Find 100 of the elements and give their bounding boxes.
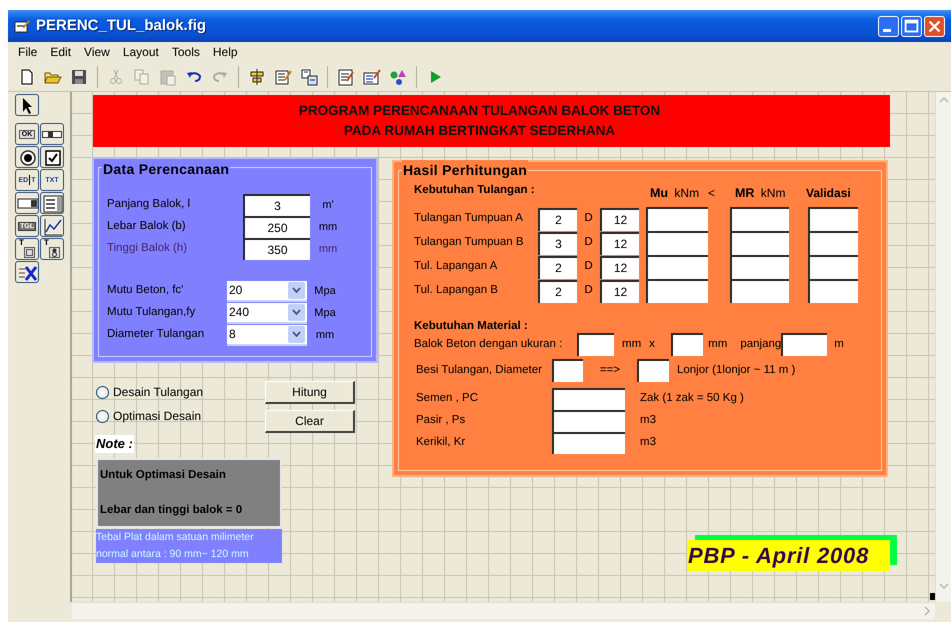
menu-item[interactable]: Tools	[172, 43, 200, 61]
listbox-tool[interactable]	[40, 192, 64, 214]
menu-item[interactable]: Help	[212, 43, 238, 61]
field-label: Balok Beton dengan ukuran :	[414, 336, 564, 352]
field-label: Diameter Tulangan	[107, 327, 206, 342]
menu-item[interactable]: File	[18, 43, 38, 61]
result-field[interactable]	[808, 207, 858, 231]
action-button[interactable]: Clear	[265, 410, 355, 433]
unit-label: x	[649, 336, 656, 352]
count-field[interactable]: 2	[538, 256, 577, 278]
field-label: panjang	[740, 336, 782, 352]
menu-item[interactable]: View	[84, 43, 110, 61]
count-field[interactable]: 2	[538, 208, 577, 230]
copy-icon	[133, 68, 151, 86]
result-field[interactable]	[808, 255, 858, 279]
maximize-button[interactable]	[901, 16, 922, 36]
axes-tool[interactable]	[40, 215, 64, 237]
banner-text: PROGRAM PERENCANAAN TULANGAN BALOK BETON	[298, 102, 660, 120]
count-field[interactable]: 2	[538, 280, 577, 302]
result-field[interactable]	[730, 279, 789, 303]
input-field[interactable]	[781, 333, 828, 356]
resize-handle[interactable]	[930, 593, 935, 600]
field-label: Mutu Beton, fc'	[107, 283, 184, 298]
activex-tool[interactable]	[15, 261, 39, 283]
diameter-field[interactable]: 12	[600, 280, 639, 302]
action-button[interactable]: Hitung	[265, 381, 355, 404]
input-field[interactable]	[637, 359, 669, 382]
result-field[interactable]	[646, 207, 708, 231]
section-heading: Kebutuhan Material :	[414, 319, 528, 334]
unit-label: D	[583, 259, 594, 274]
panel-title: Hasil Perhitungan	[402, 160, 528, 181]
unit-label: mm	[318, 242, 338, 257]
input-field[interactable]	[577, 333, 614, 356]
input-field[interactable]	[552, 432, 625, 454]
input-field[interactable]	[552, 410, 625, 432]
result-field[interactable]	[730, 231, 789, 255]
panel-tool[interactable]: T	[15, 238, 39, 260]
number-field[interactable]: 350	[243, 238, 310, 260]
button-group-icon	[48, 246, 60, 258]
info-text: Tebal Plat dalam satuan milimeter	[96, 530, 255, 545]
unit-label: Zak (1 zak = 50 Kg )	[640, 391, 744, 406]
dropdown[interactable]: 240	[227, 302, 307, 324]
window-title: PERENC_TUL_balok.fig	[36, 16, 208, 36]
unit-label: m3	[640, 413, 656, 428]
diameter-field[interactable]: 12	[600, 208, 639, 230]
vertical-scrollbar[interactable]	[935, 92, 951, 602]
input-field[interactable]	[671, 333, 704, 356]
number-field[interactable]: 250	[243, 216, 310, 238]
editor-icon	[337, 68, 355, 86]
field-label: Lebar Balok (b)	[107, 219, 187, 234]
note-label: Note :	[95, 435, 134, 453]
inspector-icon	[363, 68, 381, 86]
unit-label: D	[583, 211, 594, 226]
minimize-button[interactable]	[878, 16, 899, 36]
unit-label: mm	[316, 328, 334, 343]
diameter-field[interactable]: 12	[600, 256, 639, 278]
radio-button[interactable]	[96, 386, 109, 398]
banner-text: PADA RUMAH BERTINGKAT SEDERHANA	[344, 122, 616, 140]
button-group-tool[interactable]: T	[40, 238, 64, 260]
radio-tool[interactable]	[15, 146, 39, 168]
field-label: Kerikil, Kr	[416, 435, 466, 450]
dropdown[interactable]: 20	[227, 280, 307, 302]
close-button[interactable]	[924, 16, 945, 36]
panel-icon	[24, 246, 34, 258]
radio-button[interactable]	[96, 410, 109, 422]
field-label: Pasir , Ps	[416, 413, 466, 428]
number-field[interactable]: 3	[243, 194, 310, 216]
field-label: Semen , PC	[416, 391, 479, 406]
radio-label: Optimasi Desain	[113, 408, 202, 425]
result-field[interactable]	[646, 231, 708, 255]
menu-item[interactable]: Layout	[122, 43, 159, 61]
slider-tool[interactable]	[40, 123, 64, 145]
result-field[interactable]	[730, 255, 789, 279]
field-label: Panjang Balok, l	[107, 197, 192, 212]
note-text: Untuk Optimasi Desain	[100, 468, 227, 483]
result-field[interactable]	[730, 207, 789, 231]
horizontal-scrollbar[interactable]	[72, 602, 935, 619]
input-field[interactable]	[552, 359, 583, 382]
checkbox-tool[interactable]	[40, 146, 64, 168]
column-header: MR kNm	[735, 185, 786, 202]
result-field[interactable]	[646, 255, 708, 279]
column-header: <	[708, 185, 716, 202]
row-label: Tul. Lapangan A	[414, 259, 498, 274]
menu-item[interactable]: Edit	[50, 43, 72, 61]
input-field[interactable]	[552, 388, 625, 410]
unit-label: mm	[318, 220, 338, 235]
result-field[interactable]	[808, 279, 858, 303]
unit-label: m'	[322, 198, 334, 213]
slider-icon	[42, 130, 62, 138]
pointer-tool[interactable]	[15, 94, 39, 116]
count-field[interactable]: 3	[538, 232, 577, 254]
popup-menu-tool[interactable]	[15, 192, 39, 214]
result-field[interactable]	[808, 231, 858, 255]
radio-label: Desain Tulangan	[113, 384, 204, 401]
diameter-field[interactable]: 12	[600, 232, 639, 254]
result-field[interactable]	[646, 279, 708, 303]
unit-label: mm	[622, 336, 642, 352]
dropdown[interactable]: 8	[227, 324, 307, 346]
scissors-icon	[107, 68, 125, 86]
field-label: Tinggi Balok (h)	[107, 241, 188, 256]
